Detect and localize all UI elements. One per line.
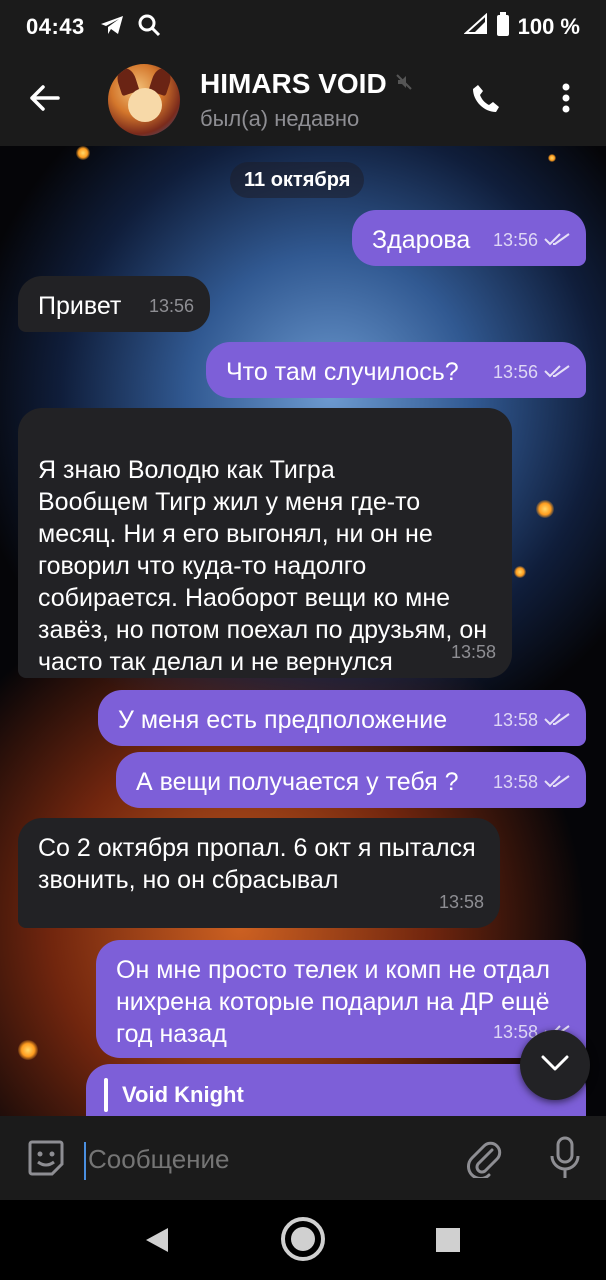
double-check-icon [544, 224, 570, 256]
paperclip-icon[interactable] [466, 1138, 502, 1183]
search-icon [137, 13, 161, 42]
message-bubble-incoming[interactable]: Привет 13:56 [18, 276, 210, 332]
text-caret [84, 1142, 86, 1180]
reply-bar [104, 1078, 108, 1112]
message-bubble-incoming[interactable]: Со 2 октября пропал. 6 окт я пытался зво… [18, 818, 500, 928]
message-time: 13:58 [438, 892, 484, 912]
background-spark [514, 566, 526, 578]
background-spark [76, 146, 90, 160]
arrow-left-icon [30, 84, 60, 116]
message-text: У меня есть предположение [118, 706, 448, 734]
reply-preview[interactable]: Void Knight [86, 1064, 586, 1116]
more-vertical-icon [561, 83, 571, 118]
background-spark [18, 1040, 38, 1060]
double-check-icon [544, 356, 570, 388]
phone-icon [470, 82, 502, 119]
scroll-down-button[interactable] [520, 1030, 590, 1100]
chat-header: HIMARS VOID был(а) недавно [0, 54, 606, 146]
chat-title: HIMARS VOID [200, 68, 387, 99]
message-input[interactable] [88, 1136, 448, 1182]
message-text: А вещи получается у тебя ? [136, 768, 459, 796]
message-time: 13:56 [492, 362, 538, 382]
message-bubble-outgoing[interactable]: Он мне просто телек и комп не отдал нихр… [96, 940, 586, 1058]
signal-icon [463, 12, 488, 41]
battery-level: 100 % [517, 14, 580, 39]
status-time: 04:43 [26, 14, 85, 39]
message-bubble-incoming[interactable]: Я знаю Володю как Тигра Вообщем Тигр жил… [18, 408, 512, 678]
chat-status: был(а) недавно [200, 106, 360, 131]
telegram-icon [99, 14, 125, 41]
message-time: 13:58 [450, 642, 496, 662]
avatar[interactable] [108, 64, 180, 136]
status-bar: 04:43 100 % [0, 0, 606, 54]
message-text: Я знаю Володю как Тигра Вообщем Тигр жил… [38, 456, 488, 676]
system-nav-bar [0, 1200, 606, 1280]
message-time: 13:56 [148, 296, 194, 316]
message-text: Что там случилось? [226, 358, 459, 386]
microphone-icon[interactable] [548, 1136, 582, 1185]
battery-icon [496, 12, 510, 42]
message-text: Привет [38, 292, 122, 320]
back-button[interactable] [0, 54, 90, 146]
message-time: 13:58 [492, 710, 538, 730]
date-separator: 11 октября [230, 162, 365, 198]
reply-author: Void Knight [122, 1082, 244, 1107]
message-text: Со 2 октября пропал. 6 окт я пытался зво… [38, 834, 476, 894]
mute-icon [395, 73, 413, 96]
sticker-icon[interactable] [26, 1138, 66, 1183]
background-spark [536, 500, 554, 518]
message-bubble-outgoing[interactable]: Здарова 13:56 [352, 210, 586, 266]
double-check-icon [544, 704, 570, 736]
double-check-icon [544, 766, 570, 798]
message-text: Он мне просто телек и комп не отдал нихр… [116, 956, 550, 1048]
message-text: Здарова [372, 226, 471, 254]
nav-home-icon[interactable] [280, 1216, 326, 1267]
nav-back-icon[interactable] [144, 1226, 170, 1259]
chat-title-block[interactable]: HIMARS VOID был(а) недавно [200, 68, 413, 132]
nav-recents-icon[interactable] [436, 1228, 460, 1257]
message-bubble-outgoing[interactable]: Что там случилось? 13:56 [206, 342, 586, 398]
call-button[interactable] [456, 54, 516, 146]
chevron-down-icon [541, 1055, 569, 1076]
message-time: 13:56 [492, 230, 538, 250]
background-spark [548, 154, 556, 162]
message-bubble-outgoing[interactable]: А вещи получается у тебя ? 13:58 [116, 752, 586, 808]
message-time: 13:58 [492, 772, 538, 792]
more-button[interactable] [536, 54, 596, 146]
message-bubble-outgoing[interactable]: У меня есть предположение 13:58 [98, 690, 586, 746]
